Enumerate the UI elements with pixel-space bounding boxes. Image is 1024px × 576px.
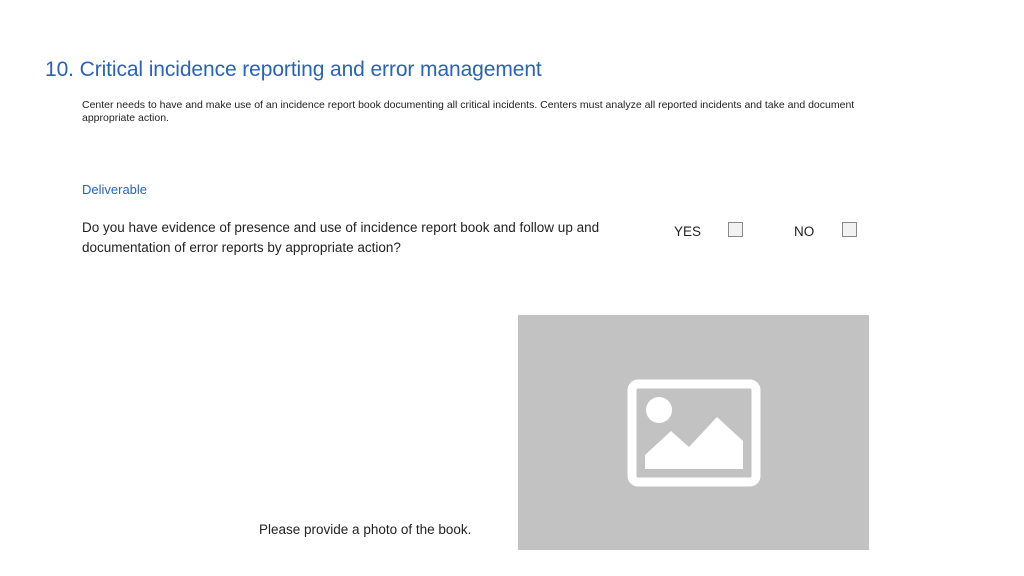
deliverable-question: Do you have evidence of presence and use…	[82, 220, 600, 255]
photo-upload-placeholder[interactable]	[518, 315, 869, 550]
no-label: NO	[794, 224, 815, 239]
section-description: Center needs to have and make use of an …	[82, 99, 855, 124]
section-title: 10. Critical incidence reporting and err…	[45, 58, 542, 81]
image-placeholder-icon	[627, 379, 761, 487]
deliverable-label: Deliverable	[82, 182, 148, 197]
yes-label: YES	[674, 224, 702, 239]
photo-prompt: Please provide a photo of the book.	[259, 522, 472, 537]
yes-checkbox[interactable]	[728, 222, 743, 237]
no-checkbox[interactable]	[842, 222, 857, 237]
